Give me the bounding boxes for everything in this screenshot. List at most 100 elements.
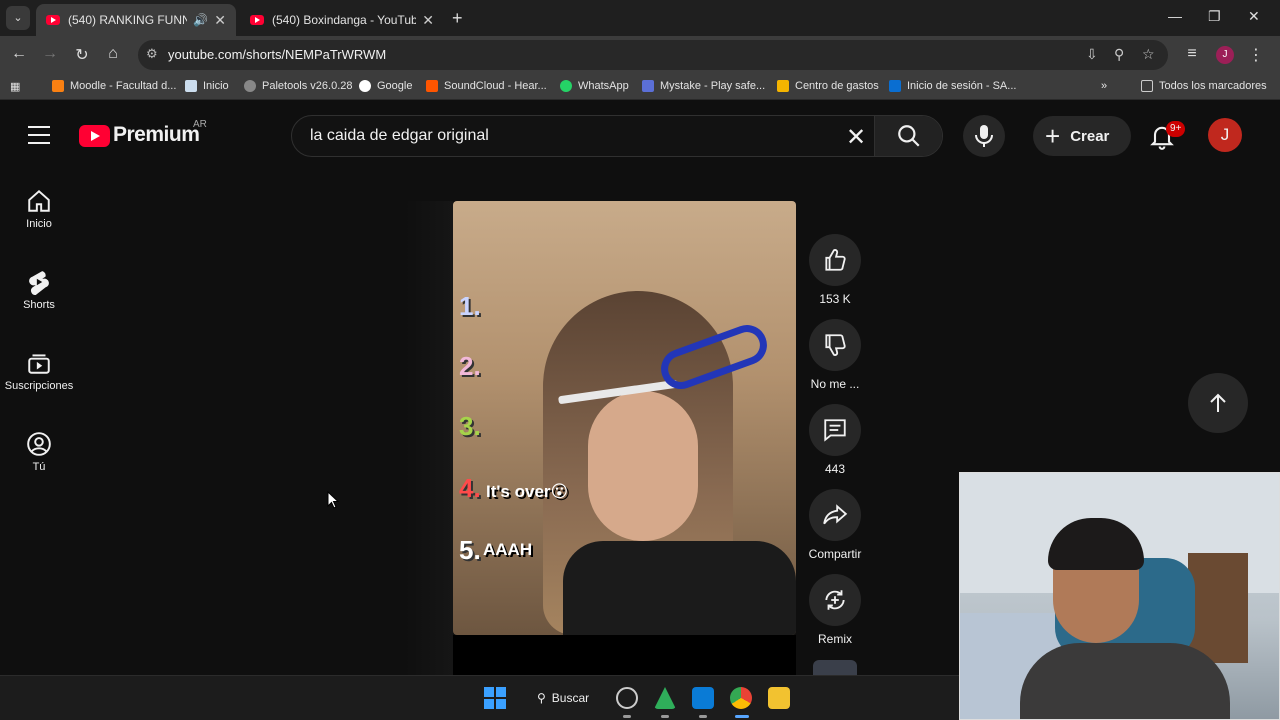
soundcloud-icon bbox=[426, 80, 438, 92]
bookmark-sap[interactable]: Inicio de sesión - SA... bbox=[889, 80, 1016, 92]
you-icon bbox=[27, 432, 51, 456]
url-text: youtube.com/shorts/NEMPaTrWRWM bbox=[168, 47, 387, 62]
dislike-button[interactable] bbox=[809, 319, 861, 371]
restore-button[interactable]: ❐ bbox=[1208, 8, 1221, 25]
globe-icon bbox=[244, 80, 256, 92]
bookmark-moodle[interactable]: Moodle - Facultad d... bbox=[52, 80, 176, 92]
site-info-icon[interactable]: ⚙ bbox=[146, 46, 158, 62]
sidebar-item-suscripciones[interactable]: Suscripciones bbox=[0, 350, 78, 392]
taskbar-search-label: Buscar bbox=[551, 691, 590, 705]
tab-ranking[interactable]: (540) RANKING FUNNIEST 🔊 ✕ bbox=[36, 4, 236, 36]
comment-icon bbox=[824, 419, 846, 442]
search-button[interactable] bbox=[874, 116, 942, 156]
more-bookmarks-icon[interactable]: » bbox=[1101, 80, 1107, 92]
tab-title: (540) RANKING FUNNIEST bbox=[68, 13, 188, 27]
home-button[interactable]: ⌂ bbox=[103, 45, 123, 63]
apps-icon[interactable]: ▦ bbox=[10, 80, 20, 93]
clear-search-icon[interactable]: ✕ bbox=[846, 123, 866, 152]
hamburger-menu-icon[interactable] bbox=[28, 126, 50, 146]
bookmark-inicio[interactable]: Inicio bbox=[185, 80, 229, 92]
account-avatar[interactable]: J bbox=[1208, 118, 1242, 152]
reload-button[interactable]: ↻ bbox=[72, 45, 92, 65]
forward-button[interactable]: → bbox=[40, 45, 60, 63]
taskbar-search[interactable]: ⚲ Buscar bbox=[527, 685, 599, 711]
arrow-up-icon bbox=[1210, 393, 1226, 412]
bookmark-gastos[interactable]: Centro de gastos bbox=[777, 80, 879, 92]
app-icon-1[interactable] bbox=[616, 687, 638, 709]
create-button[interactable]: + Crear bbox=[1033, 116, 1131, 156]
sidebar-item-inicio[interactable]: Inicio bbox=[0, 188, 78, 230]
sidebar-item-shorts[interactable]: Shorts bbox=[0, 269, 78, 311]
like-button[interactable] bbox=[809, 234, 861, 286]
comments-button[interactable] bbox=[809, 404, 861, 456]
remix-icon bbox=[825, 590, 845, 610]
shorts-video-player[interactable]: 1. 2. 3. 4. It's over😮 5. AAAH bbox=[453, 201, 796, 635]
address-bar[interactable]: ⚙ youtube.com/shorts/NEMPaTrWRWM ⇩ ⚲ ☆ bbox=[138, 40, 1168, 70]
media-control-icon[interactable]: ≡ bbox=[1182, 45, 1202, 63]
close-tab-icon[interactable]: ✕ bbox=[422, 12, 434, 29]
chrome-icon[interactable] bbox=[730, 687, 752, 709]
bookmark-soundcloud[interactable]: SoundCloud - Hear... bbox=[426, 80, 547, 92]
create-label: Crear bbox=[1070, 127, 1110, 145]
profile-avatar[interactable]: J bbox=[1216, 46, 1234, 64]
rank-5-text: AAAH bbox=[483, 540, 533, 559]
video-bottom-bar bbox=[453, 635, 796, 675]
speaker-icon[interactable]: 🔊 bbox=[193, 13, 208, 27]
home-icon bbox=[28, 189, 50, 212]
new-tab-button[interactable]: + bbox=[452, 8, 463, 29]
app-icon-2[interactable] bbox=[654, 687, 676, 709]
thumbs-up-icon bbox=[825, 249, 846, 271]
folder-icon bbox=[1141, 80, 1153, 92]
bookmark-star-icon[interactable]: ☆ bbox=[1142, 46, 1155, 63]
share-icon bbox=[823, 504, 848, 525]
file-explorer-icon[interactable] bbox=[768, 687, 790, 709]
brand-label[interactable]: Premium bbox=[113, 123, 200, 147]
rank-1: 1. bbox=[459, 291, 481, 321]
search-input[interactable]: la caida de edgar original bbox=[310, 127, 489, 145]
sidebar-item-tu[interactable]: Tú bbox=[0, 431, 78, 473]
close-tab-icon[interactable]: ✕ bbox=[214, 12, 226, 29]
thumbs-down-icon bbox=[825, 334, 846, 356]
windows-start-icon[interactable] bbox=[484, 687, 506, 709]
video-side-shadow bbox=[405, 201, 453, 675]
all-bookmarks[interactable]: Todos los marcadores bbox=[1141, 80, 1267, 92]
search-icon: ⚲ bbox=[537, 691, 546, 705]
sidebar-label: Suscripciones bbox=[4, 380, 74, 392]
like-count: 153 K bbox=[819, 292, 851, 306]
rank-4-text: It's over😮 bbox=[486, 482, 569, 501]
youtube-favicon-icon bbox=[46, 15, 60, 25]
channel-thumbnail[interactable] bbox=[813, 660, 857, 675]
whatsapp-icon bbox=[560, 80, 572, 92]
close-window-button[interactable]: ✕ bbox=[1248, 8, 1260, 25]
video-frame-face bbox=[588, 391, 698, 541]
video-frame-shirt bbox=[563, 541, 796, 635]
sidebar-label: Tú bbox=[32, 461, 46, 473]
minimize-button[interactable]: — bbox=[1168, 8, 1182, 24]
mouse-cursor-icon bbox=[327, 491, 339, 509]
zoom-icon[interactable]: ⚲ bbox=[1114, 46, 1124, 63]
youtube-logo-icon[interactable] bbox=[79, 125, 110, 147]
plus-icon: + bbox=[1045, 121, 1061, 151]
menu-kebab-icon[interactable]: ⋮ bbox=[1246, 45, 1266, 65]
remix-button[interactable] bbox=[809, 574, 861, 626]
tab-strip: ⌄ (540) RANKING FUNNIEST 🔊 ✕ (540) Boxin… bbox=[0, 0, 1280, 36]
subscriptions-icon bbox=[28, 354, 50, 374]
tab-search-button[interactable]: ⌄ bbox=[6, 6, 30, 30]
previous-short-button[interactable] bbox=[1188, 373, 1248, 433]
microphone-icon bbox=[975, 125, 993, 147]
search-box: la caida de edgar original ✕ bbox=[291, 115, 943, 157]
bookmark-paletools[interactable]: Paletools v26.0.28 bbox=[244, 80, 353, 92]
voice-search-button[interactable] bbox=[963, 115, 1005, 157]
bookmark-google[interactable]: Google bbox=[359, 80, 412, 92]
share-button[interactable] bbox=[809, 489, 861, 541]
moodle-icon bbox=[52, 80, 64, 92]
app-icon-3[interactable] bbox=[692, 687, 714, 709]
bookmark-mystake[interactable]: Mystake - Play safe... bbox=[642, 80, 765, 92]
install-icon[interactable]: ⇩ bbox=[1086, 46, 1098, 63]
back-button[interactable]: ← bbox=[9, 45, 29, 63]
bookmark-whatsapp[interactable]: WhatsApp bbox=[560, 80, 629, 92]
search-icon bbox=[898, 125, 920, 147]
remix-label: Remix bbox=[817, 632, 852, 646]
tab-boxindanga[interactable]: (540) Boxindanga - YouTube ✕ bbox=[240, 4, 444, 36]
sidebar-label: Shorts bbox=[23, 299, 55, 311]
